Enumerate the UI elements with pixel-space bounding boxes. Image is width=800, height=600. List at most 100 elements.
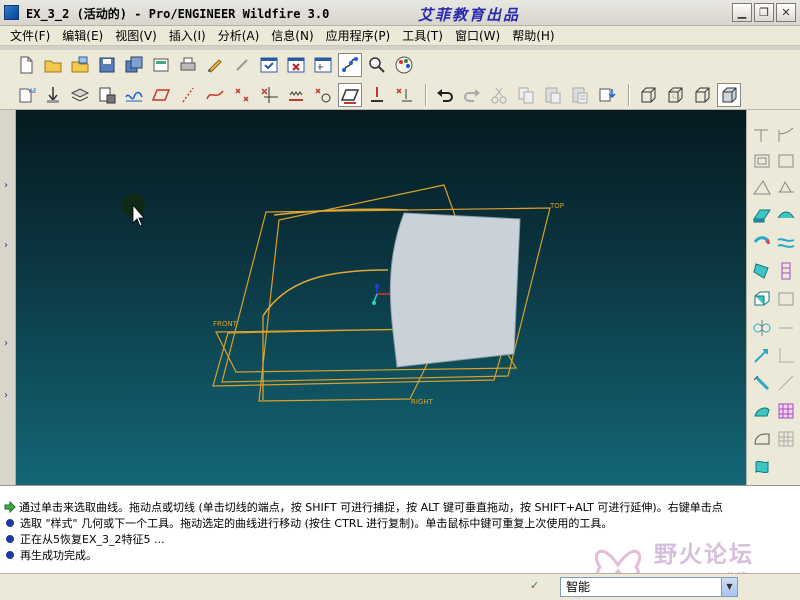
selection-filter-dropdown[interactable]: 智能 ▼ (560, 577, 738, 597)
undo-icon[interactable] (433, 83, 457, 107)
menu-file[interactable]: 文件(F) (4, 27, 56, 44)
new-file-icon[interactable] (14, 53, 38, 77)
shell-icon[interactable] (751, 400, 773, 422)
boundary-icon[interactable] (775, 232, 797, 254)
hidden-line-icon[interactable] (663, 83, 687, 107)
selection-filter-value: 智能 (566, 580, 591, 594)
view-manager-icon[interactable] (95, 83, 119, 107)
corner-icon[interactable] (775, 344, 797, 366)
revolve-icon[interactable] (775, 204, 797, 226)
select-box-icon[interactable] (311, 53, 335, 77)
save-copy-icon[interactable] (122, 53, 146, 77)
app-icon (4, 5, 19, 20)
left-dock-strip[interactable]: › › › › (0, 110, 16, 485)
paste-icon[interactable] (541, 83, 565, 107)
toolbar-separator (628, 83, 630, 106)
message-text: 通过单击来选取曲线。拖动点或切线 (单击切线的端点，按 SHIFT 可进行捕捉，… (19, 501, 723, 514)
parallelogram-icon[interactable] (149, 83, 173, 107)
palette-icon[interactable] (392, 53, 416, 77)
menu-applications[interactable]: 应用程序(P) (320, 27, 397, 44)
regenerate-icon[interactable] (595, 83, 619, 107)
free-curve-icon[interactable] (203, 83, 227, 107)
redo-icon[interactable] (460, 83, 484, 107)
coordinate-triad-icon (372, 284, 390, 305)
planar-icon[interactable] (338, 82, 362, 107)
menu-view[interactable]: 视图(V) (109, 27, 163, 44)
warp-icon[interactable] (751, 456, 773, 478)
mirror-feature-icon[interactable] (751, 316, 773, 338)
trim-icon[interactable] (257, 83, 281, 107)
status-bar: ✓ 智能 ▼ (0, 573, 800, 600)
close-window-icon[interactable] (284, 53, 308, 77)
project-icon[interactable] (365, 83, 389, 107)
curve-on-surface-icon[interactable] (751, 124, 773, 146)
line-tool-icon[interactable] (775, 372, 797, 394)
minimize-button[interactable]: ▁ (732, 3, 752, 22)
email-icon[interactable] (203, 53, 227, 77)
menu-edit[interactable]: 编辑(E) (56, 27, 109, 44)
rect-icon[interactable] (775, 150, 797, 172)
fill-icon[interactable] (751, 428, 773, 450)
open-folder-icon[interactable] (41, 53, 65, 77)
expand-arrow-icon[interactable]: › (4, 390, 8, 401)
sketcher-icon[interactable] (230, 53, 254, 77)
menu-insert[interactable]: 插入(I) (163, 27, 212, 44)
datum-axis-icon[interactable] (41, 83, 65, 107)
box-icon[interactable] (751, 150, 773, 172)
blend-surface-icon[interactable] (775, 260, 797, 282)
draft-icon[interactable] (751, 344, 773, 366)
open-session-icon[interactable] (68, 53, 92, 77)
layer-icon[interactable] (68, 83, 92, 107)
menu-analysis[interactable]: 分析(A) (212, 27, 266, 44)
paste-special-icon[interactable] (568, 83, 592, 107)
spline-icon[interactable] (122, 83, 146, 107)
extrude-icon[interactable] (751, 204, 773, 226)
mirror-icon[interactable] (311, 83, 335, 107)
menu-help[interactable]: 帮助(H) (506, 27, 560, 44)
expand-arrow-icon[interactable]: › (4, 240, 8, 251)
pattern-icon[interactable] (775, 400, 797, 422)
curve-tool-icon[interactable] (338, 53, 362, 77)
shaded-icon[interactable] (717, 82, 741, 107)
regen-status-icon: ✓ (530, 579, 540, 592)
surface-icon[interactable] (775, 176, 797, 198)
copy-icon[interactable] (514, 83, 538, 107)
grid-icon[interactable] (775, 428, 797, 450)
close-button[interactable]: ✕ (776, 3, 796, 22)
restore-button[interactable]: ❐ (754, 3, 774, 22)
style-curve[interactable] (262, 269, 389, 317)
style-surface[interactable] (389, 212, 521, 368)
dash-icon[interactable] (775, 316, 797, 338)
no-hidden-icon[interactable] (690, 83, 714, 107)
menu-tools[interactable]: 工具(T) (396, 27, 449, 44)
expand-arrow-icon[interactable]: › (4, 338, 8, 349)
plane-icon[interactable] (775, 288, 797, 310)
toolbar-separator (425, 83, 427, 106)
menu-window[interactable]: 窗口(W) (449, 27, 506, 44)
wireframe-icon[interactable] (636, 83, 660, 107)
offset-surface-icon[interactable] (751, 372, 773, 394)
expand-arrow-icon[interactable]: › (4, 180, 8, 191)
model-canvas[interactable]: TOP FRONT RIGHT (16, 110, 746, 485)
cut-icon[interactable] (487, 83, 511, 107)
sweep-icon[interactable] (751, 232, 773, 254)
zoom-icon[interactable] (365, 53, 389, 77)
print-icon[interactable] (176, 53, 200, 77)
offset-icon[interactable] (284, 83, 308, 107)
datum-plane-icon[interactable]: AB (14, 83, 38, 107)
drop-icon[interactable] (392, 83, 416, 107)
graphics-viewport[interactable]: TOP FRONT RIGHT (16, 110, 746, 485)
solid-icon[interactable] (751, 288, 773, 310)
svg-text:AB: AB (29, 88, 36, 95)
line-icon[interactable] (176, 83, 200, 107)
print-preview-icon[interactable] (149, 53, 173, 77)
save-icon[interactable] (95, 53, 119, 77)
menu-info[interactable]: 信息(N) (265, 27, 319, 44)
chevron-down-icon[interactable]: ▼ (721, 578, 737, 596)
datum-display-icon[interactable] (257, 53, 281, 77)
style-toolbar: AB (0, 80, 800, 110)
curve-edit-icon[interactable] (775, 124, 797, 146)
point-icon[interactable] (230, 83, 254, 107)
variable-sweep-icon[interactable] (751, 260, 773, 282)
blend-icon[interactable] (751, 176, 773, 198)
